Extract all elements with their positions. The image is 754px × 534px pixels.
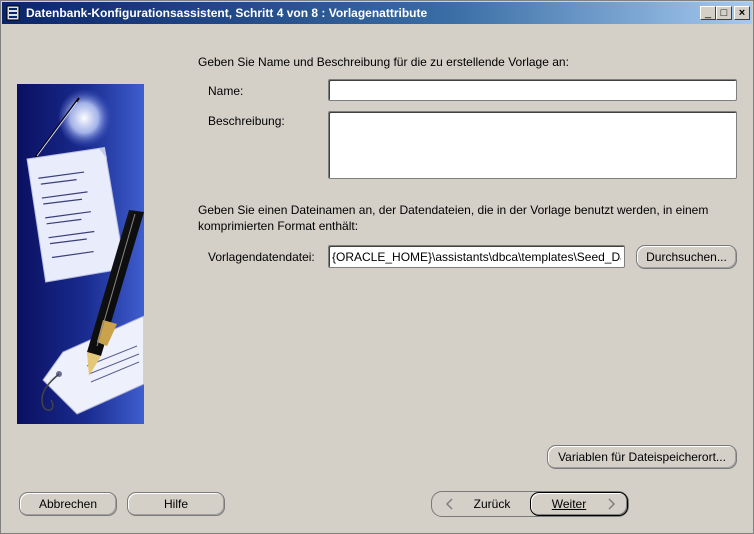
datafile-label: Vorlagendatendatei: <box>208 250 315 264</box>
maximize-button[interactable]: □ <box>716 6 732 20</box>
window-title: Datenbank-Konfigurationsassistent, Schri… <box>26 6 428 20</box>
back-button[interactable]: Zurück <box>433 492 529 516</box>
database-icon <box>6 5 20 21</box>
browse-button[interactable]: Durchsuchen... <box>636 245 737 269</box>
description-label: Beschreibung: <box>208 114 285 128</box>
datafile-intro-line1: Geben Sie einen Dateinamen an, der Daten… <box>198 203 709 217</box>
description-textarea[interactable] <box>328 111 737 179</box>
cancel-button[interactable]: Abbrechen <box>19 492 117 516</box>
wizard-illustration <box>17 84 145 424</box>
template-intro-text: Geben Sie Name und Beschreibung für die … <box>198 55 569 69</box>
wizard-window: Datenbank-Konfigurationsassistent, Schri… <box>0 0 754 534</box>
close-button[interactable]: × <box>734 6 750 20</box>
chevron-right-icon <box>607 498 617 513</box>
variables-button[interactable]: Variablen für Dateispeicherort... <box>547 445 737 469</box>
title-bar[interactable]: Datenbank-Konfigurationsassistent, Schri… <box>2 2 752 24</box>
back-button-label: Zurück <box>473 497 511 511</box>
datafile-intro-line2: komprimierten Format enthält: <box>198 219 359 233</box>
next-button[interactable]: Weiter <box>530 492 628 516</box>
chevron-left-icon <box>444 498 454 513</box>
datafile-input[interactable] <box>328 245 625 268</box>
name-input[interactable] <box>328 79 737 101</box>
minimize-button[interactable]: _ <box>700 6 716 20</box>
next-button-label: Weiter <box>551 497 587 511</box>
help-button[interactable]: Hilfe <box>127 492 225 516</box>
name-label: Name: <box>208 84 244 98</box>
wizard-content: Geben Sie Name und Beschreibung für die … <box>1 25 753 533</box>
